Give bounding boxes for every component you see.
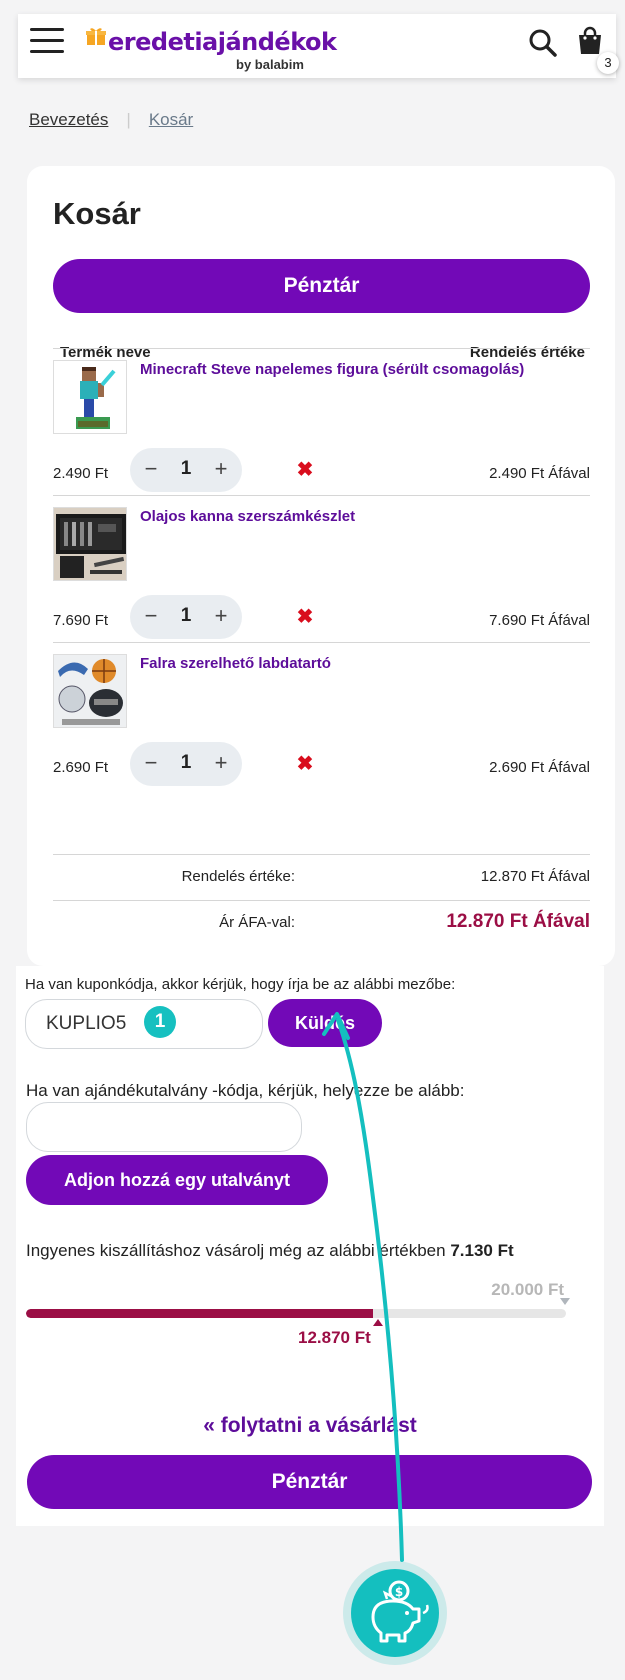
line-total: 7.690 Ft Áfával	[489, 612, 590, 629]
search-icon[interactable]	[526, 26, 560, 60]
quantity-value[interactable]: 1	[170, 458, 202, 480]
product-name-link[interactable]: Falra szerelhető labdatartó	[140, 654, 580, 674]
continue-shopping-link[interactable]: « folytatni a vásárlást	[16, 1414, 604, 1438]
order-value-label: Rendelés értéke:	[181, 868, 295, 885]
line-total: 2.690 Ft Áfával	[489, 759, 590, 776]
quantity-stepper: − 1 +	[130, 742, 242, 786]
site-header: eredetiajándékok by balabim 3	[18, 14, 619, 78]
decrease-quantity-button[interactable]: −	[136, 748, 166, 778]
product-image[interactable]	[53, 360, 127, 434]
product-name-link[interactable]: Olajos kanna szerszámkészlet	[140, 507, 580, 527]
send-coupon-button[interactable]: Küldés	[268, 999, 382, 1047]
breadcrumb-home[interactable]: Bevezetés	[29, 110, 108, 130]
gift-icon	[86, 28, 106, 45]
page-title: Kosár	[53, 196, 141, 231]
cart-card: Kosár Pénztár Termék neve Rendelés érték…	[27, 166, 615, 966]
product-image[interactable]	[53, 654, 127, 728]
free-shipping-target: 20.000 Ft	[491, 1280, 564, 1299]
quantity-value[interactable]: 1	[170, 752, 202, 774]
increase-quantity-button[interactable]: +	[206, 748, 236, 778]
svg-text:$: $	[395, 1585, 403, 1599]
remove-item-icon[interactable]: ✖	[295, 460, 315, 480]
quantity-value[interactable]: 1	[170, 605, 202, 627]
progress-fill	[26, 1309, 374, 1318]
unit-price: 2.690 Ft	[53, 759, 109, 776]
increase-quantity-button[interactable]: +	[206, 454, 236, 484]
cart-item: Falra szerelhető labdatartó 2.690 Ft − 1…	[27, 642, 615, 792]
current-marker	[373, 1319, 383, 1326]
free-shipping-progress-bar	[26, 1309, 566, 1318]
unit-price: 2.490 Ft	[53, 465, 109, 482]
unit-price: 7.690 Ft	[53, 612, 109, 629]
cart-count-badge: 3	[597, 52, 619, 74]
product-image[interactable]	[53, 507, 127, 581]
cart-item: Minecraft Steve napelemes figura (sérült…	[27, 348, 615, 498]
add-voucher-button[interactable]: Adjon hozzá egy utalványt	[26, 1155, 328, 1205]
coupon-hint: Ha van kuponkódja, akkor kérjük, hogy ír…	[25, 976, 456, 993]
step-badge: 1	[144, 1006, 176, 1038]
divider	[53, 900, 590, 901]
coupon-and-shipping-section: Ha van kuponkódja, akkor kérjük, hogy ír…	[16, 966, 604, 1526]
breadcrumb-separator: |	[126, 110, 131, 129]
increase-quantity-button[interactable]: +	[206, 601, 236, 631]
free-shipping-text: Ingyenes kiszállításhoz vásárolj még az …	[26, 1241, 514, 1261]
decrease-quantity-button[interactable]: −	[136, 454, 166, 484]
piggy-bank-coin-icon[interactable]: $	[351, 1569, 439, 1657]
target-marker	[560, 1298, 570, 1305]
site-logo[interactable]: eredetiajándékok by balabim	[86, 20, 337, 74]
remove-item-icon[interactable]: ✖	[295, 607, 315, 627]
breadcrumb-current[interactable]: Kosár	[149, 110, 193, 130]
divider	[53, 854, 590, 855]
free-shipping-message: Ingyenes kiszállításhoz vásárolj még az …	[26, 1241, 446, 1260]
quantity-stepper: − 1 +	[130, 595, 242, 639]
grand-total-value: 12.870 Ft Áfával	[446, 911, 590, 932]
checkout-button-bottom[interactable]: Pénztár	[27, 1455, 592, 1509]
grand-total-label: Ár ÁFA-val:	[219, 914, 295, 931]
order-value: 12.870 Ft Áfával	[480, 868, 590, 885]
remaining-amount: 7.130 Ft	[450, 1241, 514, 1260]
brand-name: eredetiajándékok	[108, 28, 337, 56]
current-cart-value: 12.870 Ft	[298, 1328, 371, 1347]
shopping-bag-icon[interactable]: 3	[576, 26, 619, 74]
breadcrumb: Bevezetés | Kosár	[29, 110, 193, 130]
line-total: 2.490 Ft Áfával	[489, 465, 590, 482]
brand-sub: by balabim	[236, 57, 304, 72]
decrease-quantity-button[interactable]: −	[136, 601, 166, 631]
voucher-hint: Ha van ajándékutalvány -kódja, kérjük, h…	[26, 1081, 465, 1100]
product-name-link[interactable]: Minecraft Steve napelemes figura (sérült…	[140, 360, 580, 380]
checkout-button-top[interactable]: Pénztár	[53, 259, 590, 313]
hamburger-menu-icon[interactable]	[30, 28, 64, 56]
voucher-input[interactable]	[26, 1102, 302, 1152]
cart-item: Olajos kanna szerszámkészlet 7.690 Ft − …	[27, 495, 615, 645]
remove-item-icon[interactable]: ✖	[295, 754, 315, 774]
quantity-stepper: − 1 +	[130, 448, 242, 492]
